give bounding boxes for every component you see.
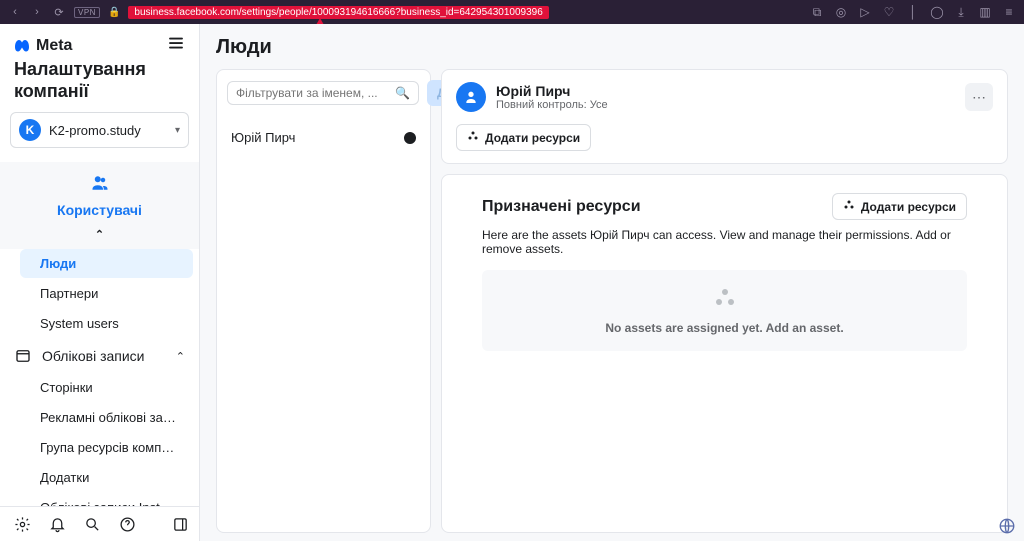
nav-item-apps[interactable]: Додатки — [20, 463, 193, 492]
assets-description: Here are the assets Юрій Пирч can access… — [482, 228, 967, 256]
account-selector[interactable]: K K2-promo.study ▾ — [10, 112, 189, 148]
globe-icon[interactable] — [998, 517, 1016, 535]
nav-item-ad-accounts[interactable]: Рекламні облікові записи — [20, 403, 193, 432]
triad-icon — [843, 199, 855, 214]
extensions-icon[interactable]: ▥ — [978, 5, 992, 19]
nav-item-asset-groups[interactable]: Група ресурсів компанії — [20, 433, 193, 462]
nav-item-system-users[interactable]: System users — [20, 309, 193, 338]
filter-input[interactable] — [236, 86, 391, 100]
meta-logo-icon — [14, 37, 32, 55]
nav-accounts-header[interactable]: Облікові записи ⌃ — [0, 339, 199, 373]
lock-icon: 🔒 — [108, 7, 120, 18]
detail-column: Юрій Пирч Повний контроль: Усе ⋯ Додати … — [441, 69, 1008, 533]
add-resources-button[interactable]: Додати ресурси — [456, 124, 591, 151]
assets-empty-text: No assets are assigned yet. Add an asset… — [498, 321, 951, 335]
heart-icon[interactable]: ♡ — [882, 5, 896, 19]
more-options-button[interactable]: ⋯ — [965, 83, 993, 111]
add-resources-label: Додати ресурси — [485, 131, 580, 145]
reload-button[interactable]: ⟳ — [52, 5, 66, 19]
settings-title: Налаштування компанії — [14, 59, 185, 102]
assets-add-button[interactable]: Додати ресурси — [832, 193, 967, 220]
sidebar: Meta Налаштування компанії K K2-promo.st… — [0, 24, 200, 541]
hamburger-icon[interactable] — [167, 34, 185, 57]
vpn-badge[interactable]: VPN — [74, 7, 100, 18]
bell-icon[interactable] — [49, 515, 66, 533]
radio-selected-icon[interactable] — [404, 132, 416, 144]
empty-triad-icon — [498, 286, 951, 315]
users-icon — [91, 174, 109, 192]
menu-icon[interactable]: ≡ — [1002, 5, 1016, 19]
detail-person-name: Юрій Пирч — [496, 83, 955, 99]
nav-users-label: Користувачі — [57, 202, 142, 218]
camera-icon[interactable]: ◎ — [834, 5, 848, 19]
person-avatar — [456, 82, 486, 112]
account-avatar: K — [19, 119, 41, 141]
sidebar-nav: Користувачі ⌃ Люди Партнери System users… — [0, 162, 199, 506]
nav-item-instagram[interactable]: Облікові записи Instagram — [20, 493, 193, 506]
settings-icon[interactable] — [14, 515, 31, 533]
screenshot-icon[interactable]: ⧉ — [810, 5, 824, 19]
back-button[interactable]: ‹ — [8, 5, 22, 19]
caret-down-icon: ▾ — [175, 125, 180, 136]
chrome-right-icons: ⧉ ◎ ▷ ♡ │ ◯ ⤓ ▥ ≡ — [810, 5, 1016, 19]
brand-name: Meta — [36, 37, 72, 55]
person-row[interactable]: Юрій Пирч — [227, 122, 420, 153]
assets-add-label: Додати ресурси — [861, 200, 956, 214]
address-bar[interactable]: business.facebook.com/settings/people/10… — [128, 6, 548, 19]
page-title: Люди — [216, 36, 1008, 59]
collapse-icon[interactable] — [172, 515, 189, 533]
download-icon[interactable]: ⤓ — [954, 5, 968, 19]
chevron-up-icon: ⌃ — [95, 228, 104, 241]
divider: │ — [906, 5, 920, 19]
main-content: Люди 🔍 Додати Юрій Пирч — [200, 24, 1024, 541]
help-icon[interactable] — [119, 515, 136, 533]
chevron-up-icon: ⌃ — [176, 350, 185, 363]
search-icon[interactable] — [84, 515, 101, 533]
people-list-card: 🔍 Додати Юрій Пирч — [216, 69, 431, 533]
assets-title: Призначені ресурси — [482, 198, 641, 216]
accounts-icon — [14, 347, 32, 365]
nav-accounts-label: Облікові записи — [42, 348, 166, 364]
person-name: Юрій Пирч — [231, 130, 295, 145]
forward-button[interactable]: › — [30, 5, 44, 19]
play-icon[interactable]: ▷ — [858, 5, 872, 19]
assets-empty-state: No assets are assigned yet. Add an asset… — [482, 270, 967, 351]
nav-item-people[interactable]: Люди — [20, 249, 193, 278]
nav-item-partners[interactable]: Партнери — [20, 279, 193, 308]
nav-item-pages[interactable]: Сторінки — [20, 373, 193, 402]
browser-chrome: ‹ › ⟳ VPN 🔒 business.facebook.com/settin… — [0, 0, 1024, 24]
sidebar-bottom — [0, 506, 199, 541]
user-icon[interactable]: ◯ — [930, 5, 944, 19]
detail-person-subtitle: Повний контроль: Усе — [496, 99, 955, 111]
account-name: K2-promo.study — [49, 123, 167, 138]
brand: Meta — [14, 37, 72, 55]
person-detail-card: Юрій Пирч Повний контроль: Усе ⋯ Додати … — [441, 69, 1008, 164]
nav-users-header[interactable]: Користувачі ⌃ — [0, 162, 199, 249]
assets-card: Призначені ресурси Додати ресурси Here a… — [441, 174, 1008, 533]
search-icon: 🔍 — [395, 86, 410, 100]
triad-icon — [467, 130, 479, 145]
filter-box[interactable]: 🔍 — [227, 81, 419, 105]
